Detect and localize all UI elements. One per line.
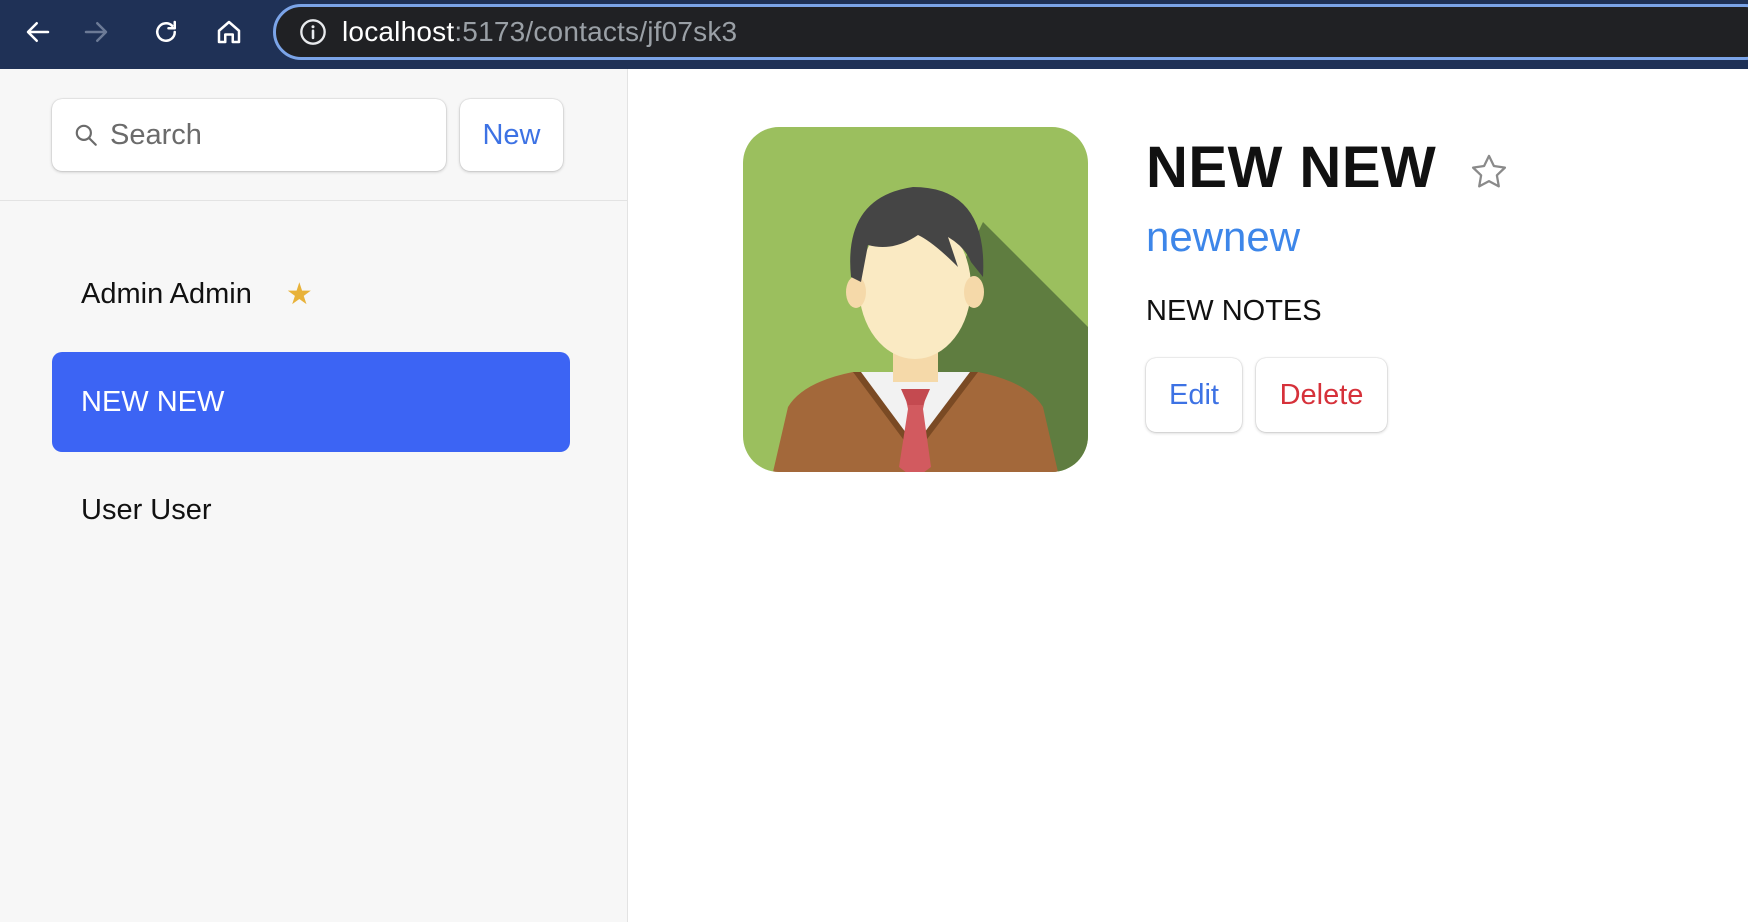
search-icon [72, 121, 100, 149]
address-bar[interactable]: localhost:5173/contacts/jf07sk3 [273, 4, 1748, 60]
person-avatar-icon [743, 127, 1088, 472]
sidebar: New Admin Admin ★ NEW NEW User User [0, 69, 628, 922]
home-icon [217, 20, 241, 44]
contact-item-label: User User [81, 493, 212, 526]
url-host: localhost [342, 16, 455, 47]
new-contact-button[interactable]: New [460, 99, 563, 171]
reload-button[interactable] [146, 12, 186, 52]
sidebar-header: New [0, 69, 628, 201]
reload-icon [156, 20, 176, 42]
arrow-left-icon [26, 22, 50, 42]
contact-detail: NEW NEW newnew NEW NOTES Edit Delete [629, 69, 1748, 922]
favorite-toggle-button[interactable] [1468, 151, 1510, 193]
contact-item-label: Admin Admin [81, 277, 252, 310]
contact-notes: NEW NOTES [1146, 295, 1322, 327]
contact-list: Admin Admin ★ NEW NEW User User [52, 244, 570, 568]
contact-item-admin-admin[interactable]: Admin Admin ★ [52, 244, 570, 344]
delete-button[interactable]: Delete [1256, 358, 1387, 432]
contact-handle-link[interactable]: newnew [1146, 213, 1510, 261]
search-input[interactable] [110, 118, 430, 152]
contact-item-new-new[interactable]: NEW NEW [52, 352, 570, 452]
contact-actions: Edit Delete [1146, 358, 1510, 432]
home-button[interactable] [209, 12, 249, 52]
edit-button[interactable]: Edit [1146, 358, 1242, 432]
url-text: localhost:5173/contacts/jf07sk3 [342, 16, 737, 48]
back-button[interactable] [18, 12, 58, 52]
search-box[interactable] [52, 99, 446, 171]
contact-name: NEW NEW [1146, 134, 1437, 200]
contact-info: NEW NEW newnew NEW NOTES Edit Delete [1146, 127, 1510, 432]
forward-button[interactable] [76, 12, 116, 52]
info-icon[interactable] [298, 17, 328, 47]
avatar [743, 127, 1088, 472]
favorite-star-icon: ★ [285, 277, 313, 311]
name-row: NEW NEW [1146, 127, 1510, 207]
browser-toolbar: localhost:5173/contacts/jf07sk3 [0, 0, 1748, 69]
arrow-right-icon [84, 22, 108, 42]
url-path: :5173/contacts/jf07sk3 [454, 16, 738, 47]
star-outline-icon [1472, 154, 1507, 188]
contact-item-user-user[interactable]: User User [52, 460, 570, 560]
contact-item-label: NEW NEW [81, 385, 225, 418]
